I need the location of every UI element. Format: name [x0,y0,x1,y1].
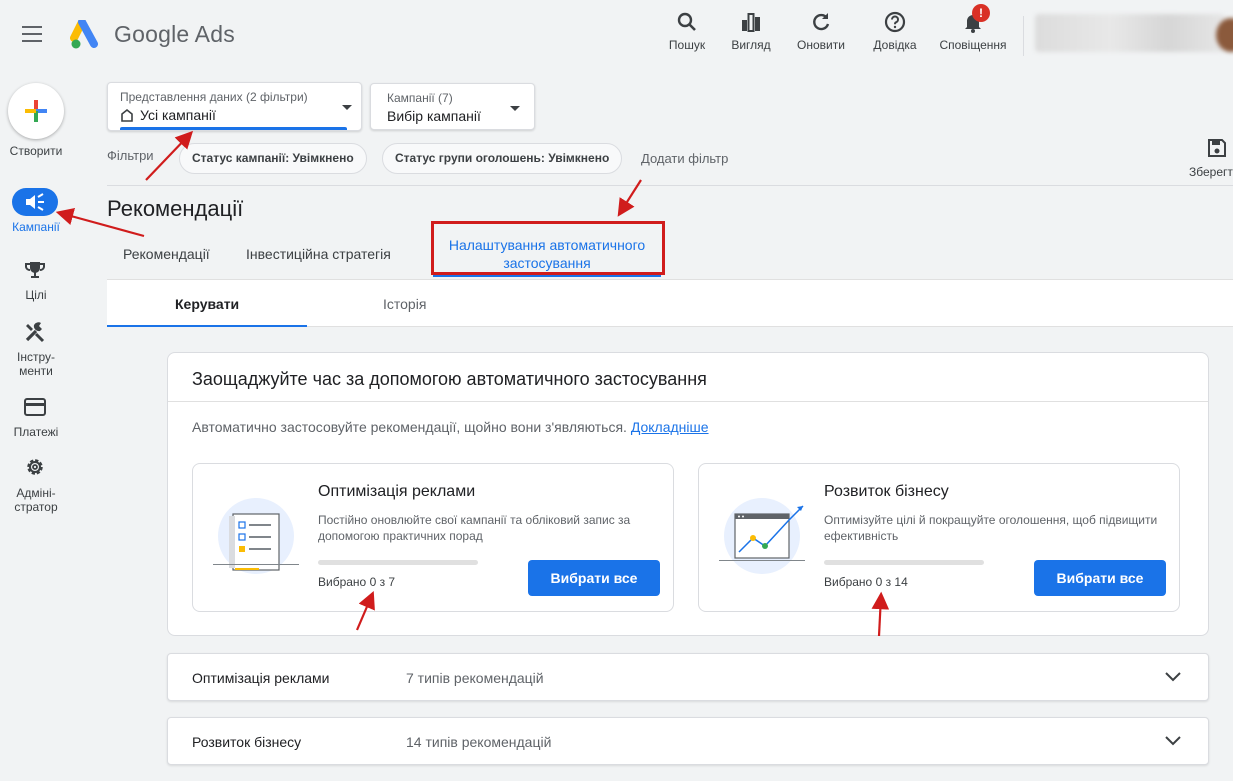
home-icon [121,108,133,122]
account-info-blurred[interactable] [1035,14,1225,52]
tab-bid-strategy[interactable]: Інвестиційна стратегія [246,246,391,262]
active-subtab-indicator [107,325,307,327]
page-title: Рекомендації [107,196,244,221]
campaigns-icon[interactable] [12,188,58,216]
save-filter-button[interactable]: Зберегти [1189,138,1233,179]
select-all-growth-button[interactable]: Вибрати все [1034,560,1166,596]
goals-label[interactable]: Цілі [0,288,72,302]
accordion-optimization[interactable]: Оптимізація реклами 7 типів рекомендацій [167,653,1209,701]
notification-badge: ! [972,4,990,22]
bell-icon: ! [935,4,1011,34]
save-label: Зберегти [1189,165,1233,179]
view-icon [727,10,775,34]
search-icon [664,10,710,34]
chart-illustration [719,498,805,574]
help-label: Довідка [873,38,917,52]
data-view-select[interactable]: Представлення даних (2 фільтри) Усі камп… [107,82,362,131]
growth-progress [824,560,984,565]
select-all-optimization-button[interactable]: Вибрати все [528,560,660,596]
chevron-down-icon [1165,672,1181,682]
optimization-title: Оптимізація реклами [318,483,476,500]
view-tool[interactable]: Вигляд [727,10,775,52]
refresh-icon [793,10,849,34]
tools-label[interactable]: Інстру- менти [0,350,72,378]
growth-title: Розвиток бізнесу [824,483,949,500]
optimization-progress [318,560,478,565]
subtabs-bar: Керувати Історія [107,279,1233,327]
campaign-select-value: Вибір кампанії [387,108,481,124]
card-description: Автоматично застосовуйте рекомендації, щ… [192,419,709,435]
add-filter-button[interactable]: Додати фільтр [641,151,728,166]
tab-recommendations[interactable]: Рекомендації [123,246,210,262]
credit-card-icon[interactable] [12,393,58,421]
accordion-growth-count: 14 типів рекомендацій [406,734,552,750]
help-icon [867,10,923,34]
google-ads-logo [70,20,98,49]
create-button[interactable] [8,83,64,139]
card-description-text: Автоматично застосовуйте рекомендації, щ… [192,419,627,435]
active-underline [120,127,347,130]
accordion-growth[interactable]: Розвиток бізнесу 14 типів рекомендацій [167,717,1209,765]
growth-desc: Оптимізуйте цілі й покращуйте оголошення… [824,513,1158,543]
gear-icon[interactable] [12,453,58,481]
refresh-label: Оновити [797,38,845,52]
save-icon [1207,138,1233,161]
filters-label: Фільтри [107,148,154,163]
chevron-down-icon [1165,736,1181,746]
create-label: Створити [9,144,63,158]
admin-label[interactable]: Адміні- стратор [0,486,72,514]
campaigns-label[interactable]: Кампанії [0,220,72,234]
divider [107,185,1233,186]
accordion-growth-name: Розвиток бізнесу [192,734,302,750]
auto-apply-card: Заощаджуйте час за допомогою автоматично… [167,352,1209,636]
campaign-select[interactable]: Кампанії (7) Вибір кампанії [370,83,535,130]
data-view-label: Представлення даних (2 фільтри) [120,90,308,104]
chevron-down-icon [342,105,352,110]
search-label: Пошук [668,38,706,52]
notifications-label: Сповіщення [939,38,1007,52]
brand-name: Google Ads [114,21,235,47]
toolbar-divider [1023,16,1024,56]
optimization-selected-count: Вибрано 0 з 7 [318,575,396,589]
accordion-optimization-count: 7 типів рекомендацій [406,670,544,686]
optimization-card: Оптимізація реклами Постійно оновлюйте с… [192,463,674,612]
tools-icon[interactable] [12,318,58,346]
refresh-tool[interactable]: Оновити [793,10,849,52]
divider [168,401,1208,402]
menu-icon[interactable] [22,26,46,44]
trophy-icon[interactable] [12,256,58,284]
annotation-box [431,221,665,275]
subtab-manage[interactable]: Керувати [175,296,239,312]
plus-icon [25,100,47,122]
optimization-desc: Постійно оновлюйте свої кампанії та облі… [318,513,631,543]
growth-card: Розвиток бізнесу Оптимізуйте цілі й покр… [698,463,1180,612]
filter-chip-adgroup-status[interactable]: Статус групи оголошень: Увімкнено [382,143,623,174]
card-title: Заощаджуйте час за допомогою автоматично… [192,369,707,389]
notifications-tool[interactable]: ! Сповіщення [935,4,1011,52]
accordion-optimization-name: Оптимізація реклами [192,670,330,686]
learn-more-link[interactable]: Докладніше [631,419,709,435]
subtab-history[interactable]: Історія [383,296,426,312]
checklist-illustration [213,498,299,574]
data-view-value: Усі кампанії [140,107,216,123]
growth-selected-count: Вибрано 0 з 14 [824,575,908,589]
view-label: Вигляд [731,38,771,52]
campaign-select-label: Кампанії (7) [387,91,453,105]
chevron-down-icon [510,106,520,111]
billing-label[interactable]: Платежі [0,425,72,439]
top-bar: Google Ads Пошук Вигляд Оновити Довідка … [0,0,1233,70]
help-tool[interactable]: Довідка [867,10,923,52]
search-tool[interactable]: Пошук [664,10,710,52]
filter-chip-campaign-status[interactable]: Статус кампанії: Увімкнено [179,143,367,174]
